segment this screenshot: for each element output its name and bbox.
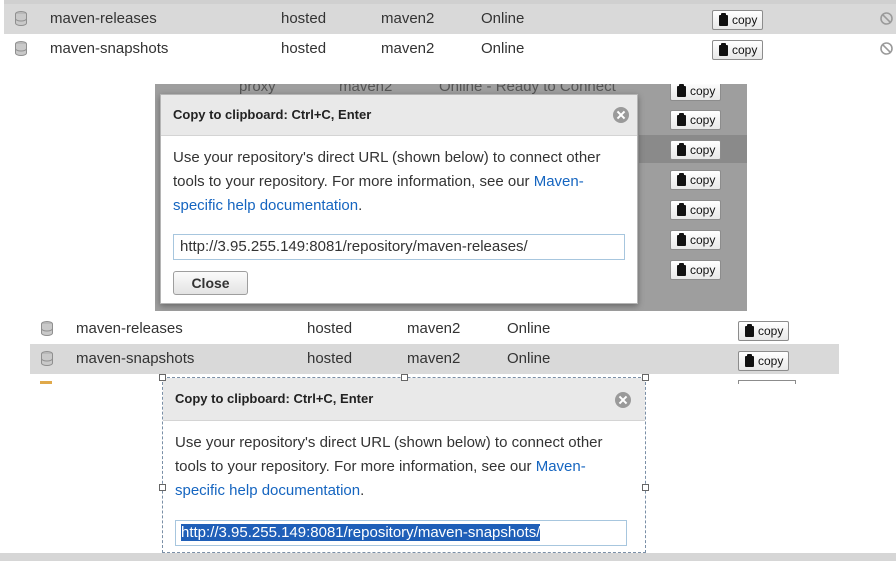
clipboard-icon [677,232,686,246]
copy-button [738,380,796,384]
database-icon [41,351,53,366]
clipboard-icon [677,112,686,126]
repo-format: maven2 [407,350,461,367]
close-icon[interactable] [613,107,629,123]
clipboard-icon [745,323,754,337]
help-link[interactable]: Maven- [536,458,586,475]
resize-handle[interactable] [401,374,408,381]
help-link[interactable]: specific help documentation [173,197,358,214]
copy-button[interactable]: copy [670,84,722,101]
repo-status: Online [507,320,551,337]
no-entry-icon [880,42,893,55]
copy-button[interactable]: copy [670,260,722,280]
resize-handle[interactable] [642,374,649,381]
repo-type: hosted [281,10,327,27]
repo-name: maven-releases [50,10,157,27]
table-row[interactable]: maven-snapshots hosted maven2 Online cop… [30,344,839,374]
clipboard-icon [677,84,686,97]
bottom-border [0,553,896,561]
dialog-header: Copy to clipboard: Ctrl+C, Enter [161,95,637,136]
selected-url-text: http://3.95.255.149:8081/repository/mave… [181,524,541,541]
copy-button[interactable]: copy [738,351,790,371]
repo-type: hosted [307,350,353,367]
repo-name: maven-releases [76,320,183,337]
copy-button[interactable]: copy [738,321,790,341]
database-icon [15,11,27,26]
repo-format: maven2 [381,10,435,27]
clipboard-icon [677,172,686,186]
repo-name: maven-snapshots [50,40,169,57]
copy-button[interactable]: copy [670,140,722,160]
table-row[interactable]: maven-releases hosted maven2 Online copy [30,314,839,344]
clipboard-icon [719,42,728,56]
copy-button[interactable]: copy [670,200,722,220]
table-row[interactable]: maven-releases hosted maven2 Online copy [4,4,896,34]
mid-table: maven-releases hosted maven2 Online copy… [30,314,839,384]
top-table: maven-releases hosted maven2 Online copy… [4,0,896,66]
resize-handle[interactable] [642,484,649,491]
clipboard-icon [677,142,686,156]
repo-name: maven-snapshots [76,350,195,367]
repo-format: maven2 [381,40,435,57]
dialog-screenshot-1: proxy maven2 Online - Ready to Connect c… [155,84,747,311]
url-field[interactable]: http://3.95.255.149:8081/repository/mave… [175,520,627,546]
repo-status: Online [507,350,551,367]
url-field[interactable]: http://3.95.255.149:8081/repository/mave… [173,234,625,260]
clipboard-icon [719,12,728,26]
copy-button[interactable]: copy [670,170,722,190]
repo-status: Online [481,40,525,57]
copy-button[interactable]: copy [670,110,722,130]
copy-dialog-selected: Copy to clipboard: Ctrl+C, Enter Use you… [162,377,646,553]
close-icon[interactable] [615,392,631,408]
no-entry-icon [880,12,893,25]
database-icon [41,321,53,336]
repo-format: maven2 [407,320,461,337]
dialog-description: Use your repository's direct URL (shown … [175,434,603,499]
dialog-header: Copy to clipboard: Ctrl+C, Enter [163,378,645,421]
dialog-title: Copy to clipboard: Ctrl+C, Enter [175,391,374,406]
repo-status: Online [481,10,525,27]
repo-type: hosted [307,320,353,337]
repo-type: hosted [281,40,327,57]
resize-handle[interactable] [159,484,166,491]
database-icon [15,41,27,56]
copy-dialog: Copy to clipboard: Ctrl+C, Enter Use you… [160,94,638,304]
help-link[interactable]: specific help documentation [175,482,360,499]
clipboard-icon [677,262,686,276]
copy-button[interactable]: copy [670,230,722,250]
dialog-title: Copy to clipboard: Ctrl+C, Enter [173,107,372,122]
copy-button[interactable]: copy [712,40,764,60]
help-link[interactable]: Maven- [534,173,584,190]
clipboard-icon [745,353,754,367]
table-row[interactable]: maven-snapshots hosted maven2 Online cop… [4,34,896,64]
clipboard-icon [677,202,686,216]
close-button[interactable]: Close [173,271,248,295]
copy-button[interactable]: copy [712,10,764,30]
folder-icon [40,381,52,384]
dialog-description: Use your repository's direct URL (shown … [173,149,601,214]
resize-handle[interactable] [159,374,166,381]
